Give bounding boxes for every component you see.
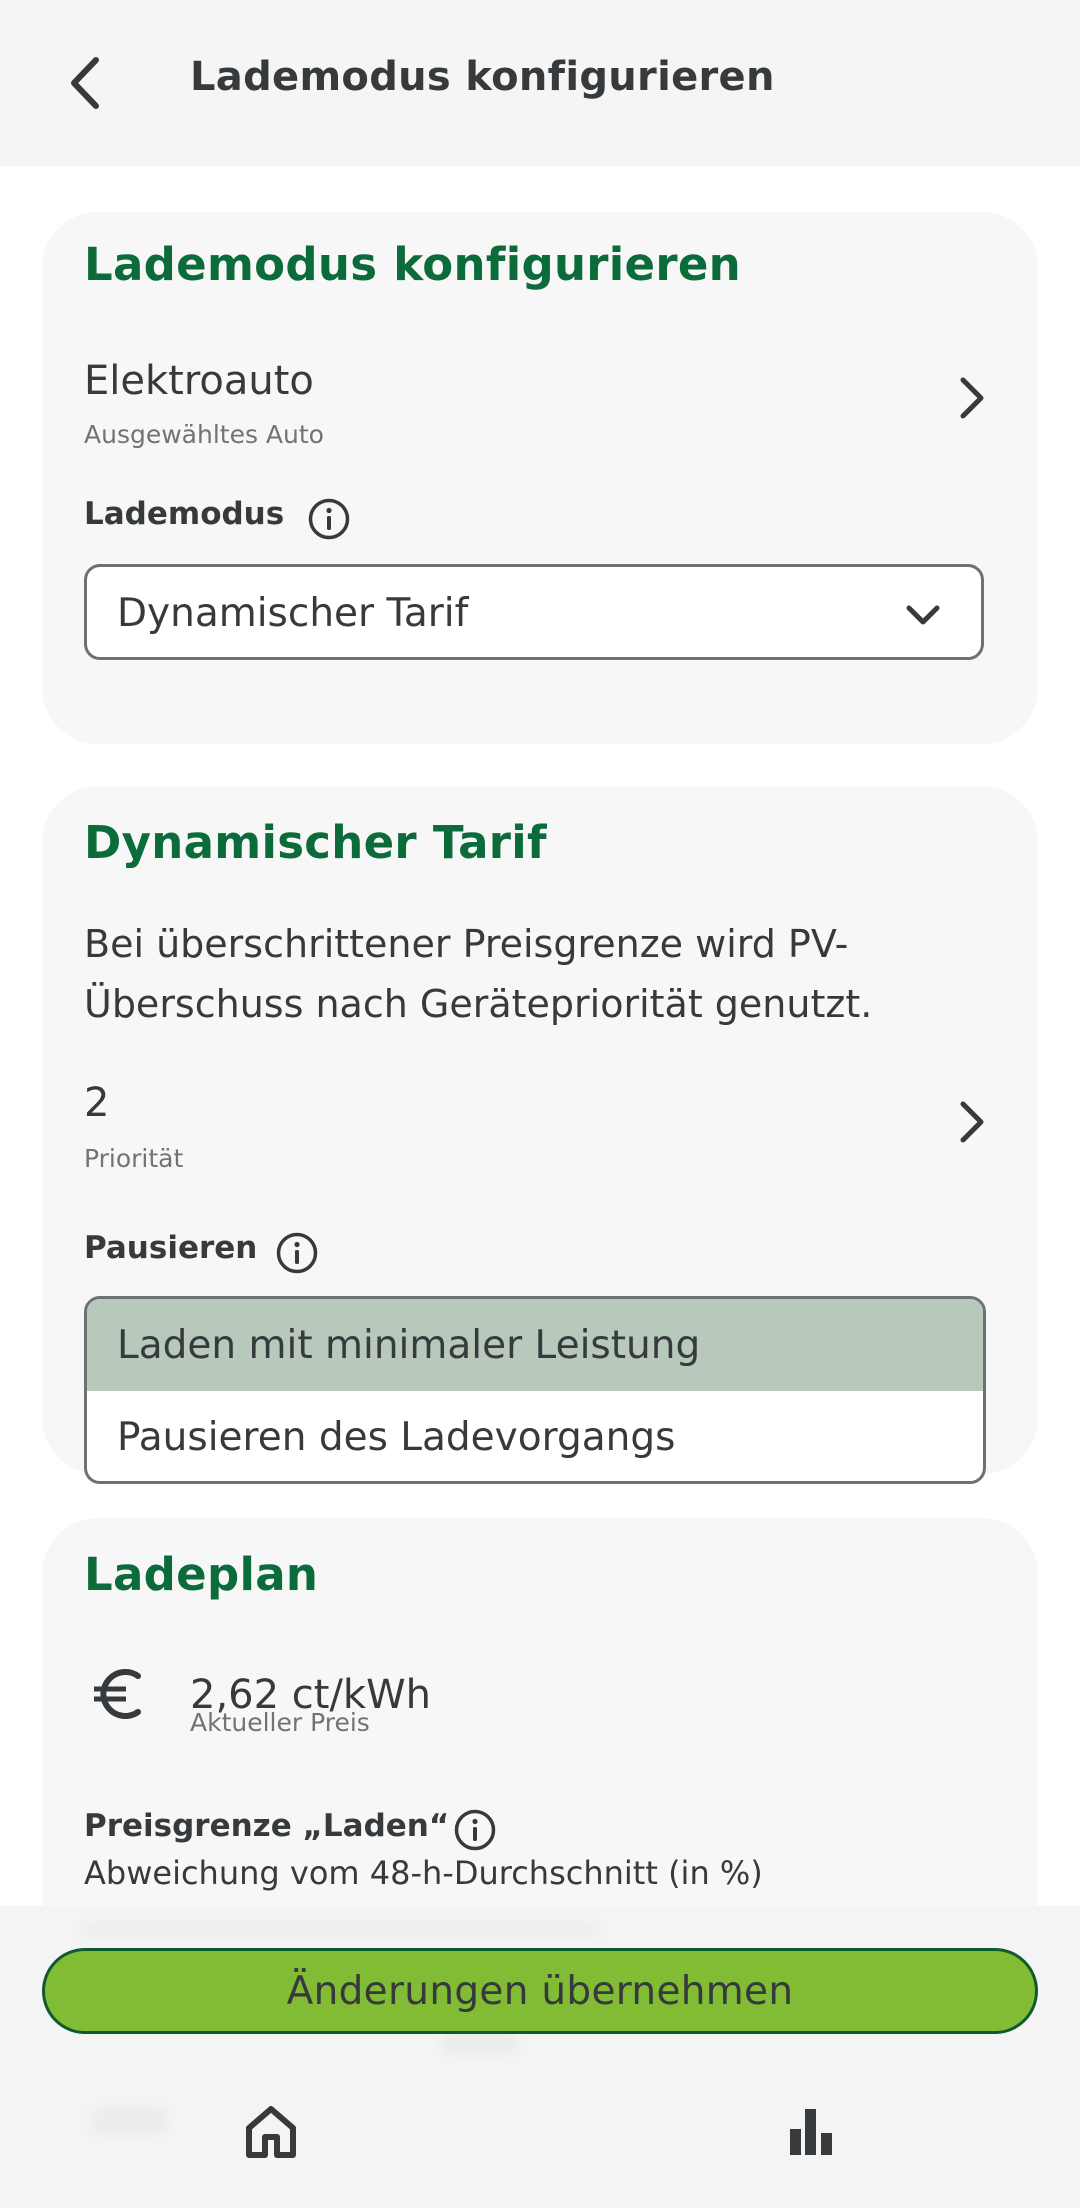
tariff-card-title: Dynamischer Tarif [84, 816, 547, 869]
mode-select[interactable]: Dynamischer Tarif [84, 564, 984, 660]
mode-select-value: Dynamischer Tarif [117, 591, 469, 636]
price-limit-label: Preisgrenze „Laden“ [84, 1808, 450, 1844]
bar-chart-icon [790, 2109, 832, 2155]
page-title: Lademodus konfigurieren [190, 54, 775, 100]
config-card: Lademodus konfigurieren Elektroauto Ausg… [42, 212, 1038, 744]
priority-caption: Priorität [84, 1144, 184, 1173]
app-bar: Lademodus konfigurieren [0, 0, 1080, 166]
euro-icon [88, 1664, 148, 1724]
pause-option-min-power[interactable]: Laden mit minimaler Leistung [87, 1299, 983, 1391]
info-icon[interactable] [274, 1230, 320, 1276]
chevron-left-icon [71, 57, 99, 109]
vehicle-caption: Ausgewähltes Auto [84, 420, 324, 449]
tariff-description: Bei überschrittener Preisgrenze wird PV-… [84, 922, 873, 1026]
info-icon[interactable] [452, 1807, 498, 1853]
blurred-content [90, 2106, 170, 2136]
home-icon [246, 2106, 296, 2158]
priority-row[interactable]: 2 Priorität [42, 1064, 1038, 1194]
chevron-right-icon [942, 1092, 1002, 1152]
back-button[interactable] [44, 36, 124, 130]
info-icon[interactable] [306, 496, 352, 542]
apply-changes-button[interactable]: Änderungen übernehmen [42, 1948, 1038, 2034]
blurred-content [80, 1922, 600, 1936]
pause-label: Pausieren [84, 1230, 258, 1266]
pause-option-pause[interactable]: Pausieren des Ladevorgangs [87, 1391, 983, 1481]
nav-home[interactable] [238, 2098, 304, 2164]
config-card-title: Lademodus konfigurieren [84, 238, 741, 291]
chevron-down-icon [901, 593, 945, 637]
vehicle-row[interactable]: Elektroauto Ausgewähltes Auto [42, 332, 1038, 452]
plan-card-title: Ladeplan [84, 1548, 319, 1601]
mode-label: Lademodus [84, 496, 285, 532]
chevron-right-icon [942, 368, 1002, 428]
current-price-caption: Aktueller Preis [190, 1708, 370, 1737]
price-limit-description: Abweichung vom 48-h-Durchschnitt (in %) [84, 1854, 763, 1892]
vehicle-value: Elektroauto [84, 358, 314, 404]
pause-dropdown[interactable]: Laden mit minimaler Leistung Pausieren d… [84, 1296, 986, 1484]
priority-value: 2 [84, 1080, 110, 1126]
nav-statistics[interactable] [778, 2098, 844, 2164]
